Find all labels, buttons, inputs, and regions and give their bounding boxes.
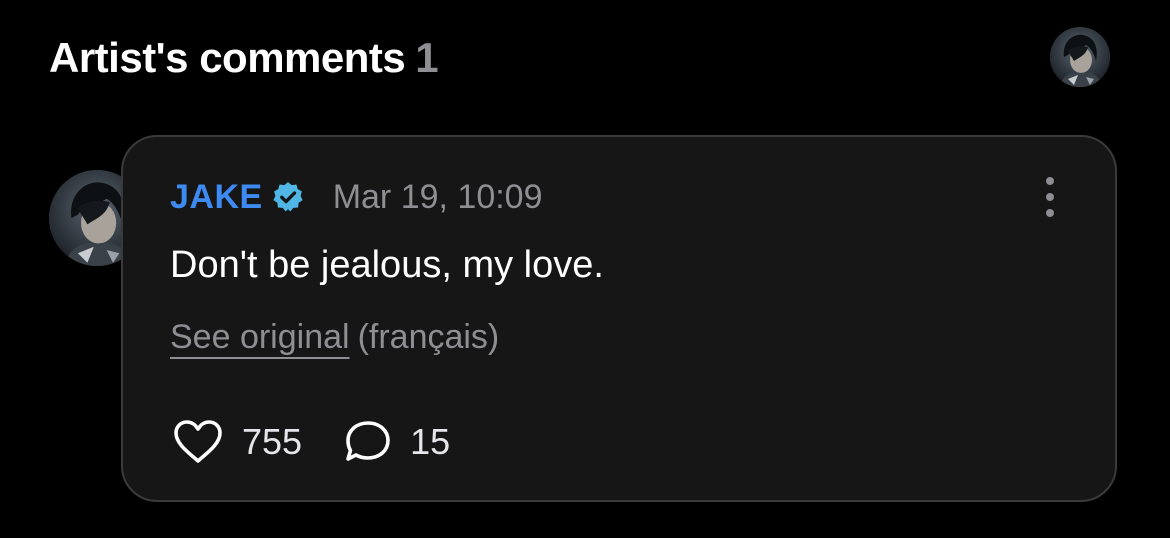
avatar-image <box>1050 27 1110 87</box>
comment-card: JAKE Mar 19, 10:09 Don't be jealous, my … <box>121 135 1117 502</box>
like-count: 755 <box>242 421 303 462</box>
reply-count: 15 <box>410 421 451 462</box>
more-options-icon[interactable] <box>1043 177 1057 217</box>
comment-count: 1 <box>415 34 439 81</box>
see-original-link[interactable]: See original <box>170 318 350 356</box>
reply-button[interactable]: 15 <box>344 419 450 465</box>
heart-outline-icon <box>174 420 222 463</box>
comment-timestamp: Mar 19, 10:09 <box>332 177 543 216</box>
section-title-label: Artist's comments <box>49 34 406 81</box>
comment-actions: 755 15 <box>172 419 450 465</box>
original-language-label: (français) <box>357 318 500 356</box>
verified-badge-icon <box>271 180 305 214</box>
like-button[interactable]: 755 <box>172 419 302 465</box>
more-dot <box>1046 193 1054 201</box>
more-dot <box>1046 209 1054 217</box>
speech-bubble-icon <box>346 421 390 461</box>
more-dot <box>1046 177 1054 185</box>
comment-text: Don't be jealous, my love. <box>170 244 604 286</box>
translation-row: See original (français) <box>170 317 499 357</box>
section-title: Artist's comments 1 <box>49 34 439 82</box>
author-name[interactable]: JAKE <box>170 178 263 217</box>
profile-avatar[interactable] <box>1050 27 1110 87</box>
comment-header: JAKE Mar 19, 10:09 <box>170 175 543 219</box>
